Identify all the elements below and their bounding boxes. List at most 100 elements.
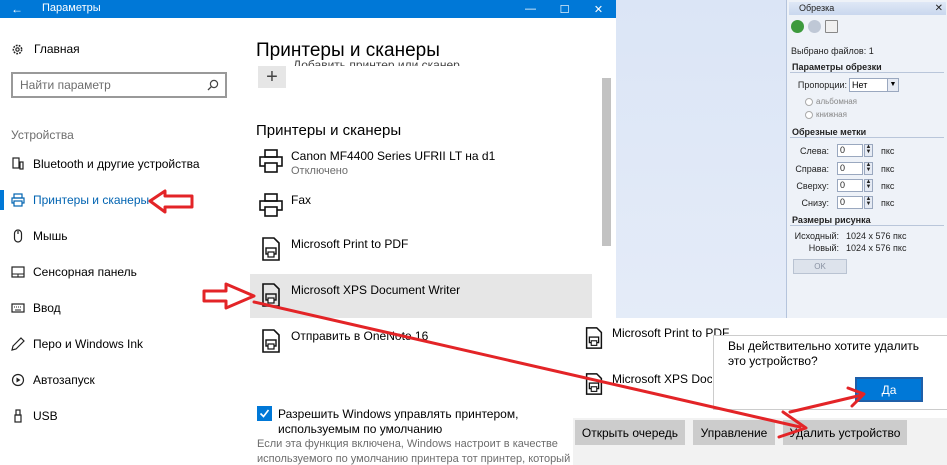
sidebar-item-label: Мышь [33, 229, 68, 243]
bluetooth-icon [11, 157, 25, 171]
printer-name: Fax [291, 193, 312, 207]
background-app [616, 0, 786, 335]
new-size-value: 1024 x 576 пкс [846, 243, 907, 253]
manage-button[interactable]: Управление [693, 420, 775, 445]
printer-status: Отключено [291, 165, 348, 177]
sidebar-item-label: Bluetooth и другие устройства [33, 157, 200, 171]
proportions-select[interactable]: Нет ▼ [849, 78, 899, 92]
crop-ok-button[interactable]: OK [793, 259, 847, 274]
document-printer-icon [258, 282, 284, 308]
printer-icon [11, 193, 25, 207]
confirm-yes-button[interactable]: Да [855, 377, 923, 402]
search-placeholder: Найти параметр [20, 78, 111, 92]
printer-icon [258, 192, 284, 218]
add-printer-button[interactable]: + [258, 66, 286, 88]
crop-panel-title: Обрезка [799, 3, 835, 13]
sidebar-item-pen[interactable]: Перо и Windows Ink [0, 332, 240, 356]
gear-icon [10, 42, 24, 56]
left-spinner[interactable]: ▲ ▼ [864, 144, 873, 157]
keyboard-icon [11, 301, 25, 315]
open-queue-button[interactable]: Открыть очередь [575, 420, 685, 445]
proportions-value: Нет [852, 80, 868, 90]
sidebar-item-typing[interactable]: Ввод [0, 296, 240, 320]
right-unit: пкс [881, 164, 895, 174]
chevron-down-icon: ▼ [887, 79, 898, 91]
default-printer-description: Если эта функция включена, Windows настр… [257, 438, 571, 465]
crop-panel-header: Обрезка ✕ [789, 2, 946, 15]
popup-item-pdf[interactable]: Microsoft Print to PDF [573, 318, 729, 360]
minimize-button[interactable]: — [517, 0, 544, 18]
popup-item-name: Microsoft Print to PDF [612, 326, 730, 340]
sidebar-item-mouse[interactable]: Мышь [0, 224, 240, 248]
nav-home[interactable]: Главная [10, 42, 80, 56]
section-title: Принтеры и сканеры [256, 122, 402, 139]
document-printer-icon [258, 236, 284, 262]
crop-toolbar [791, 20, 838, 33]
apply-icon[interactable] [791, 20, 804, 33]
bottom-input[interactable]: 0 [837, 196, 863, 209]
new-size-label: Новый: [808, 243, 839, 253]
sidebar-item-label: Принтеры и сканеры [33, 193, 150, 207]
printer-item-onenote[interactable]: Отправить в OneNote 16 [250, 320, 592, 364]
sidebar-item-usb[interactable]: USB [0, 404, 240, 428]
bottom-spinner[interactable]: ▲ ▼ [864, 196, 873, 209]
sidebar-item-label: USB [33, 409, 58, 423]
main-content: Принтеры и сканеры Добавить принтер или … [240, 18, 616, 465]
home-icon[interactable] [825, 20, 838, 33]
crop-marks-title: Обрезные метки [790, 127, 944, 138]
left-input[interactable]: 0 [837, 144, 863, 157]
sidebar-item-printers[interactable]: Принтеры и сканеры [0, 188, 240, 212]
crop-params-title: Параметры обрезки [790, 62, 944, 73]
sidebar-item-touchpad[interactable]: Сенсорная панель [0, 260, 240, 284]
proportions-label: Пропорции: [797, 80, 847, 90]
original-size-label: Исходный: [794, 231, 839, 241]
sidebar-item-label: Ввод [33, 301, 61, 315]
sidebar-item-label: Автозапуск [33, 373, 95, 387]
right-input[interactable]: 0 [837, 162, 863, 175]
search-icon [207, 79, 219, 91]
settings-icon[interactable] [808, 20, 821, 33]
scrollbar-thumb[interactable] [602, 78, 611, 246]
document-printer-icon [258, 328, 284, 354]
search-input[interactable]: Найти параметр [11, 72, 227, 98]
landscape-label: альбомная [816, 97, 858, 106]
printer-item-canon[interactable]: Canon MF4400 Series UFRII LT на d1 Отклю… [250, 140, 592, 184]
sidebar-item-autoplay[interactable]: Автозапуск [0, 368, 240, 392]
back-button[interactable]: ← [0, 0, 34, 18]
printer-item-xps[interactable]: Microsoft XPS Document Writer [250, 274, 592, 318]
nav-section-devices: Устройства [11, 128, 74, 142]
printer-item-fax[interactable]: Fax [250, 184, 592, 228]
confirm-remove-flyout: Вы действительно хотите удалить это устр… [713, 335, 947, 410]
top-label: Сверху: [796, 181, 829, 191]
left-label: Слева: [800, 146, 829, 156]
autoplay-icon [11, 373, 25, 387]
left-unit: пкс [881, 146, 895, 156]
usb-icon [11, 409, 25, 423]
settings-window: ← Параметры — ☐ ✕ Главная Найти параметр… [0, 0, 616, 465]
right-spinner[interactable]: ▲ ▼ [864, 162, 873, 175]
top-spinner[interactable]: ▲ ▼ [864, 179, 873, 192]
image-size-title: Размеры рисунка [790, 215, 944, 226]
top-input[interactable]: 0 [837, 179, 863, 192]
bottom-unit: пкс [881, 198, 895, 208]
default-printer-label: Разрешить Windows управлять принтером, и… [278, 407, 519, 436]
window-title: Параметры [42, 2, 101, 14]
popup-item-xps[interactable]: Microsoft XPS Document Writer [573, 364, 723, 406]
touchpad-icon [11, 265, 25, 279]
printer-icon [258, 148, 284, 174]
close-button[interactable]: ✕ [585, 0, 612, 18]
portrait-radio[interactable]: книжная [805, 110, 847, 119]
plus-icon: + [266, 66, 278, 88]
remove-device-button[interactable]: Удалить устройство [783, 420, 907, 445]
top-unit: пкс [881, 181, 895, 191]
document-printer-icon [582, 372, 606, 396]
crop-panel-close-icon[interactable]: ✕ [935, 2, 943, 15]
bottom-label: Снизу: [801, 198, 829, 208]
nav-home-label: Главная [34, 42, 80, 56]
printer-item-pdf[interactable]: Microsoft Print to PDF [250, 228, 592, 272]
default-printer-checkbox[interactable] [257, 406, 272, 421]
landscape-radio[interactable]: альбомная [805, 97, 857, 106]
printer-name: Отправить в OneNote 16 [291, 329, 429, 343]
maximize-button[interactable]: ☐ [551, 0, 578, 18]
sidebar-item-bluetooth[interactable]: Bluetooth и другие устройства [0, 152, 240, 176]
